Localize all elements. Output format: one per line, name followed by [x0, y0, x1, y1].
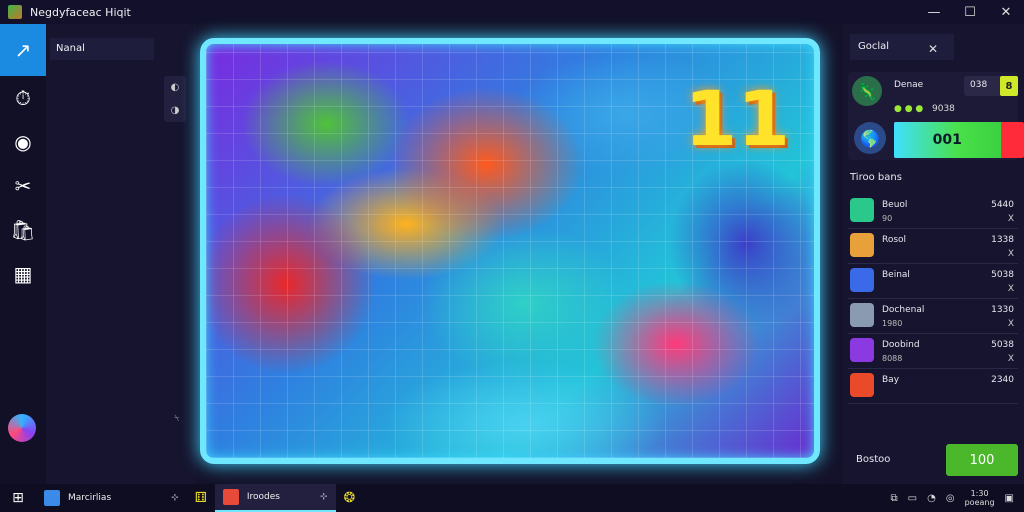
player-name: Denae [894, 80, 924, 90]
panel-close-icon[interactable]: ✕ [928, 42, 938, 56]
right-panel: Goclal ✕ 🦎 Denae 038 8 ● ● ● 9038 🌎 001 … [842, 24, 1024, 484]
remove-icon[interactable]: X [1008, 284, 1014, 294]
profile-icon[interactable] [8, 414, 36, 442]
piece-count: 5440 [991, 200, 1014, 210]
piece-name: Rosol [882, 235, 907, 245]
taskbar-app-2[interactable]: Iroodes ⊹ [214, 484, 336, 512]
maximize-button[interactable]: ☐ [952, 0, 988, 24]
zoom-in-icon[interactable]: ◐ [171, 82, 180, 93]
shop-icon[interactable]: 🛍 [0, 208, 46, 252]
app-1-icon [44, 490, 60, 506]
player-badge[interactable]: 8 [1000, 76, 1018, 96]
close-button[interactable]: ✕ [988, 0, 1024, 24]
piece-count: 5038 [991, 270, 1014, 280]
piece-name: Bay [882, 375, 900, 385]
piece-count: 1330 [991, 305, 1014, 315]
remove-icon[interactable]: X [1008, 214, 1014, 224]
list-item[interactable]: Beinal 5038 X [848, 264, 1018, 299]
right-panel-header[interactable]: Goclal [850, 34, 954, 60]
system-tray: ⧉ ▭ ◔ ◎ 1:30 poeang ▣ [891, 484, 1024, 512]
footer-label: Bostoo [856, 454, 891, 465]
list-item[interactable]: Bay 2340 [848, 369, 1018, 404]
cursor-icon: ⍀ [174, 414, 180, 424]
piece-thumbnail [850, 303, 874, 327]
pin-icon[interactable]: ⊹ [171, 493, 179, 503]
left-toolbar: ↗ ⏱ ◉ ✂ 🛍 ▦ [0, 24, 46, 484]
piece-list: Beuol 90 5440 X Rosol 1338 X Beinal 5038… [848, 194, 1018, 404]
chat-icon[interactable]: ▣ [1005, 493, 1014, 504]
minimize-button[interactable]: — [916, 0, 952, 24]
zoom-out-icon[interactable]: ◑ [171, 105, 180, 116]
piece-sub: 1980 [882, 319, 903, 328]
avatar-secondary: 🌎 [854, 122, 886, 154]
window-controls: — ☐ ✕ [916, 0, 1024, 24]
start-icon[interactable]: ⊞ [0, 484, 36, 512]
title-bar: Negdyfaceac Hiqit — ☐ ✕ [0, 0, 1024, 24]
zoom-controls: ◐ ◑ [164, 76, 186, 122]
piece-name: Doobind [882, 340, 920, 350]
taskbar-app-folder[interactable]: ⚅ [187, 484, 215, 512]
app-2-icon [222, 489, 239, 505]
piece-name: Beinal [882, 270, 910, 280]
avatar: 🦎 [852, 76, 882, 106]
volume-icon[interactable]: ◔ [927, 493, 936, 504]
piece-thumbnail [850, 373, 874, 397]
battery-icon[interactable]: ▭ [908, 493, 917, 504]
status-dots: ● ● ● [894, 104, 924, 114]
level-number: 11 [684, 74, 790, 163]
confirm-button[interactable]: 100 [946, 444, 1018, 476]
piece-sub: 90 [882, 214, 893, 223]
taskbar-app-3[interactable]: ❂ [336, 484, 364, 512]
player-card: 🦎 Denae 038 8 ● ● ● 9038 🌎 001 [848, 72, 1024, 160]
notification-icon[interactable]: ◎ [946, 493, 955, 504]
progress-fill: 001 [894, 122, 1001, 158]
subpanel-header[interactable]: Nanal [50, 38, 154, 60]
player-points: 9038 [932, 104, 955, 114]
taskbar: ⊞ Marcirlias ⊹ ⚅ Iroodes ⊹ ❂ ⧉ ▭ ◔ ◎ 1:3… [0, 484, 1024, 512]
piece-count: 5038 [991, 340, 1014, 350]
target-icon[interactable]: ◉ [0, 120, 46, 164]
timer-icon[interactable]: ⏱ [0, 76, 46, 120]
piece-count: 1338 [991, 235, 1014, 245]
settings-icon[interactable]: ⊹ [320, 492, 328, 502]
piece-name: Dochenal [882, 305, 925, 315]
game-icon: ❂ [343, 490, 356, 506]
piece-name: Beuol [882, 200, 908, 210]
list-item[interactable]: Rosol 1338 X [848, 229, 1018, 264]
window-title: Negdyfaceac Hiqit [30, 5, 131, 19]
taskbar-app-1[interactable]: Marcirlias ⊹ [36, 484, 187, 512]
app-icon [8, 5, 22, 19]
progress-bar: 001 [894, 122, 1024, 158]
tool-subpanel: Nanal ◐ ◑ ⍀ [46, 24, 196, 484]
list-item[interactable]: Dochenal 1980 1330 X [848, 299, 1018, 334]
puzzle-board[interactable]: 11 [200, 38, 820, 464]
piece-sub: 8088 [882, 354, 903, 363]
folder-icon: ⚅ [194, 490, 207, 506]
remove-icon[interactable]: X [1008, 319, 1014, 329]
piece-thumbnail [850, 233, 874, 257]
network-icon[interactable]: ⧉ [891, 493, 898, 504]
clock[interactable]: 1:30 poeang [965, 489, 995, 507]
list-item[interactable]: Doobind 8088 5038 X [848, 334, 1018, 369]
taskbar-app-label: Iroodes [246, 492, 280, 502]
scissors-icon[interactable]: ✂ [0, 164, 46, 208]
piece-thumbnail [850, 338, 874, 362]
select-tool-icon[interactable]: ↗ [0, 24, 46, 76]
list-item[interactable]: Beuol 90 5440 X [848, 194, 1018, 229]
pieces-title: Tiroo bans [850, 172, 902, 183]
piece-thumbnail [850, 268, 874, 292]
remove-icon[interactable]: X [1008, 249, 1014, 259]
remove-icon[interactable]: X [1008, 354, 1014, 364]
taskbar-app-label: Marcirlias [68, 493, 112, 503]
piece-thumbnail [850, 198, 874, 222]
gallery-icon[interactable]: ▦ [0, 252, 46, 296]
piece-count: 2340 [991, 375, 1014, 385]
